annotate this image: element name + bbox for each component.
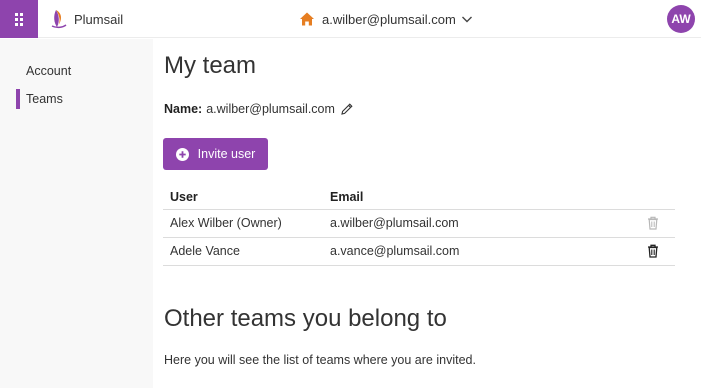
sidebar-item-account[interactable]: Account bbox=[16, 61, 71, 81]
other-teams-description: Here you will see the list of teams wher… bbox=[164, 353, 476, 367]
trash-icon bbox=[647, 217, 658, 230]
top-bar: Plumsail a.wilber@plumsail.com AW bbox=[0, 0, 701, 38]
member-email: a.wilber@plumsail.com bbox=[323, 209, 623, 238]
sidebar: Account Teams bbox=[0, 39, 153, 388]
sidebar-item-teams[interactable]: Teams bbox=[16, 89, 63, 109]
member-actions-cell bbox=[623, 209, 675, 238]
plumsail-logo bbox=[51, 10, 67, 29]
account-email: a.wilber@plumsail.com bbox=[322, 11, 456, 27]
invite-user-button[interactable]: Invite user bbox=[163, 138, 268, 170]
invite-user-label: Invite user bbox=[197, 147, 256, 161]
team-members-table: User Email Alex Wilber (Owner) a.wilber@… bbox=[163, 185, 675, 266]
trash-icon[interactable] bbox=[647, 244, 659, 258]
pencil-icon[interactable] bbox=[340, 102, 354, 116]
table-row: Adele Vance a.vance@plumsail.com bbox=[163, 237, 675, 266]
page-title: My team bbox=[164, 52, 257, 79]
brand-name: Plumsail bbox=[74, 11, 124, 27]
team-name-row: Name: a.wilber@plumsail.com bbox=[164, 102, 354, 116]
table-header-row: User Email bbox=[163, 185, 675, 210]
home-icon bbox=[300, 12, 314, 26]
table-row: Alex Wilber (Owner) a.wilber@plumsail.co… bbox=[163, 209, 675, 238]
main-content: My team Name: a.wilber@plumsail.com Invi… bbox=[153, 39, 701, 388]
team-name-value: a.wilber@plumsail.com bbox=[206, 102, 335, 116]
column-header-actions bbox=[623, 185, 675, 210]
avatar[interactable]: AW bbox=[667, 5, 695, 33]
column-header-email: Email bbox=[323, 185, 623, 210]
member-actions-cell bbox=[623, 237, 675, 266]
column-header-user: User bbox=[163, 185, 323, 210]
member-email: a.vance@plumsail.com bbox=[323, 237, 623, 266]
team-name-label: Name: bbox=[164, 102, 203, 116]
account-switcher[interactable]: a.wilber@plumsail.com bbox=[299, 10, 473, 28]
waffle-icon bbox=[15, 12, 23, 26]
brand[interactable]: Plumsail bbox=[50, 9, 123, 29]
member-user: Alex Wilber (Owner) bbox=[163, 209, 323, 238]
chevron-down-icon bbox=[461, 16, 472, 23]
other-teams-title: Other teams you belong to bbox=[164, 305, 447, 332]
plus-circle-icon bbox=[175, 147, 189, 161]
member-user: Adele Vance bbox=[163, 237, 323, 266]
app-launcher-button[interactable] bbox=[0, 0, 38, 38]
